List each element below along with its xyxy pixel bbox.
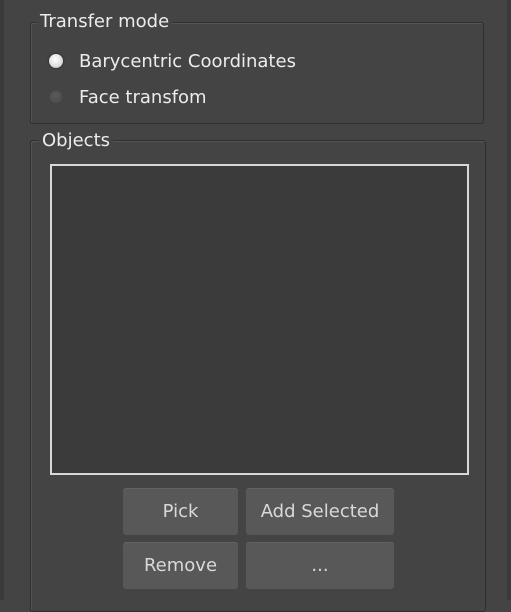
panel-right-edge xyxy=(507,0,511,600)
radio-label: Face transfom xyxy=(79,86,207,108)
add-selected-button[interactable]: Add Selected xyxy=(246,488,394,535)
transfer-mode-title: Transfer mode xyxy=(37,11,173,33)
radio-barycentric-coordinates[interactable]: Barycentric Coordinates xyxy=(49,48,296,74)
radio-selected-icon[interactable] xyxy=(49,54,63,68)
radio-unselected-icon[interactable] xyxy=(49,90,63,104)
rollout-panel: Transfer mode Barycentric Coordinates Fa… xyxy=(0,0,511,612)
panel-left-edge xyxy=(0,0,4,600)
radio-label: Barycentric Coordinates xyxy=(79,50,296,72)
pick-button[interactable]: Pick xyxy=(123,488,238,535)
objects-title: Objects xyxy=(39,130,114,152)
remove-button[interactable]: Remove xyxy=(123,542,238,589)
more-options-button[interactable]: ... xyxy=(246,542,394,589)
radio-face-transform[interactable]: Face transfom xyxy=(49,84,207,110)
objects-listbox[interactable] xyxy=(50,164,469,475)
